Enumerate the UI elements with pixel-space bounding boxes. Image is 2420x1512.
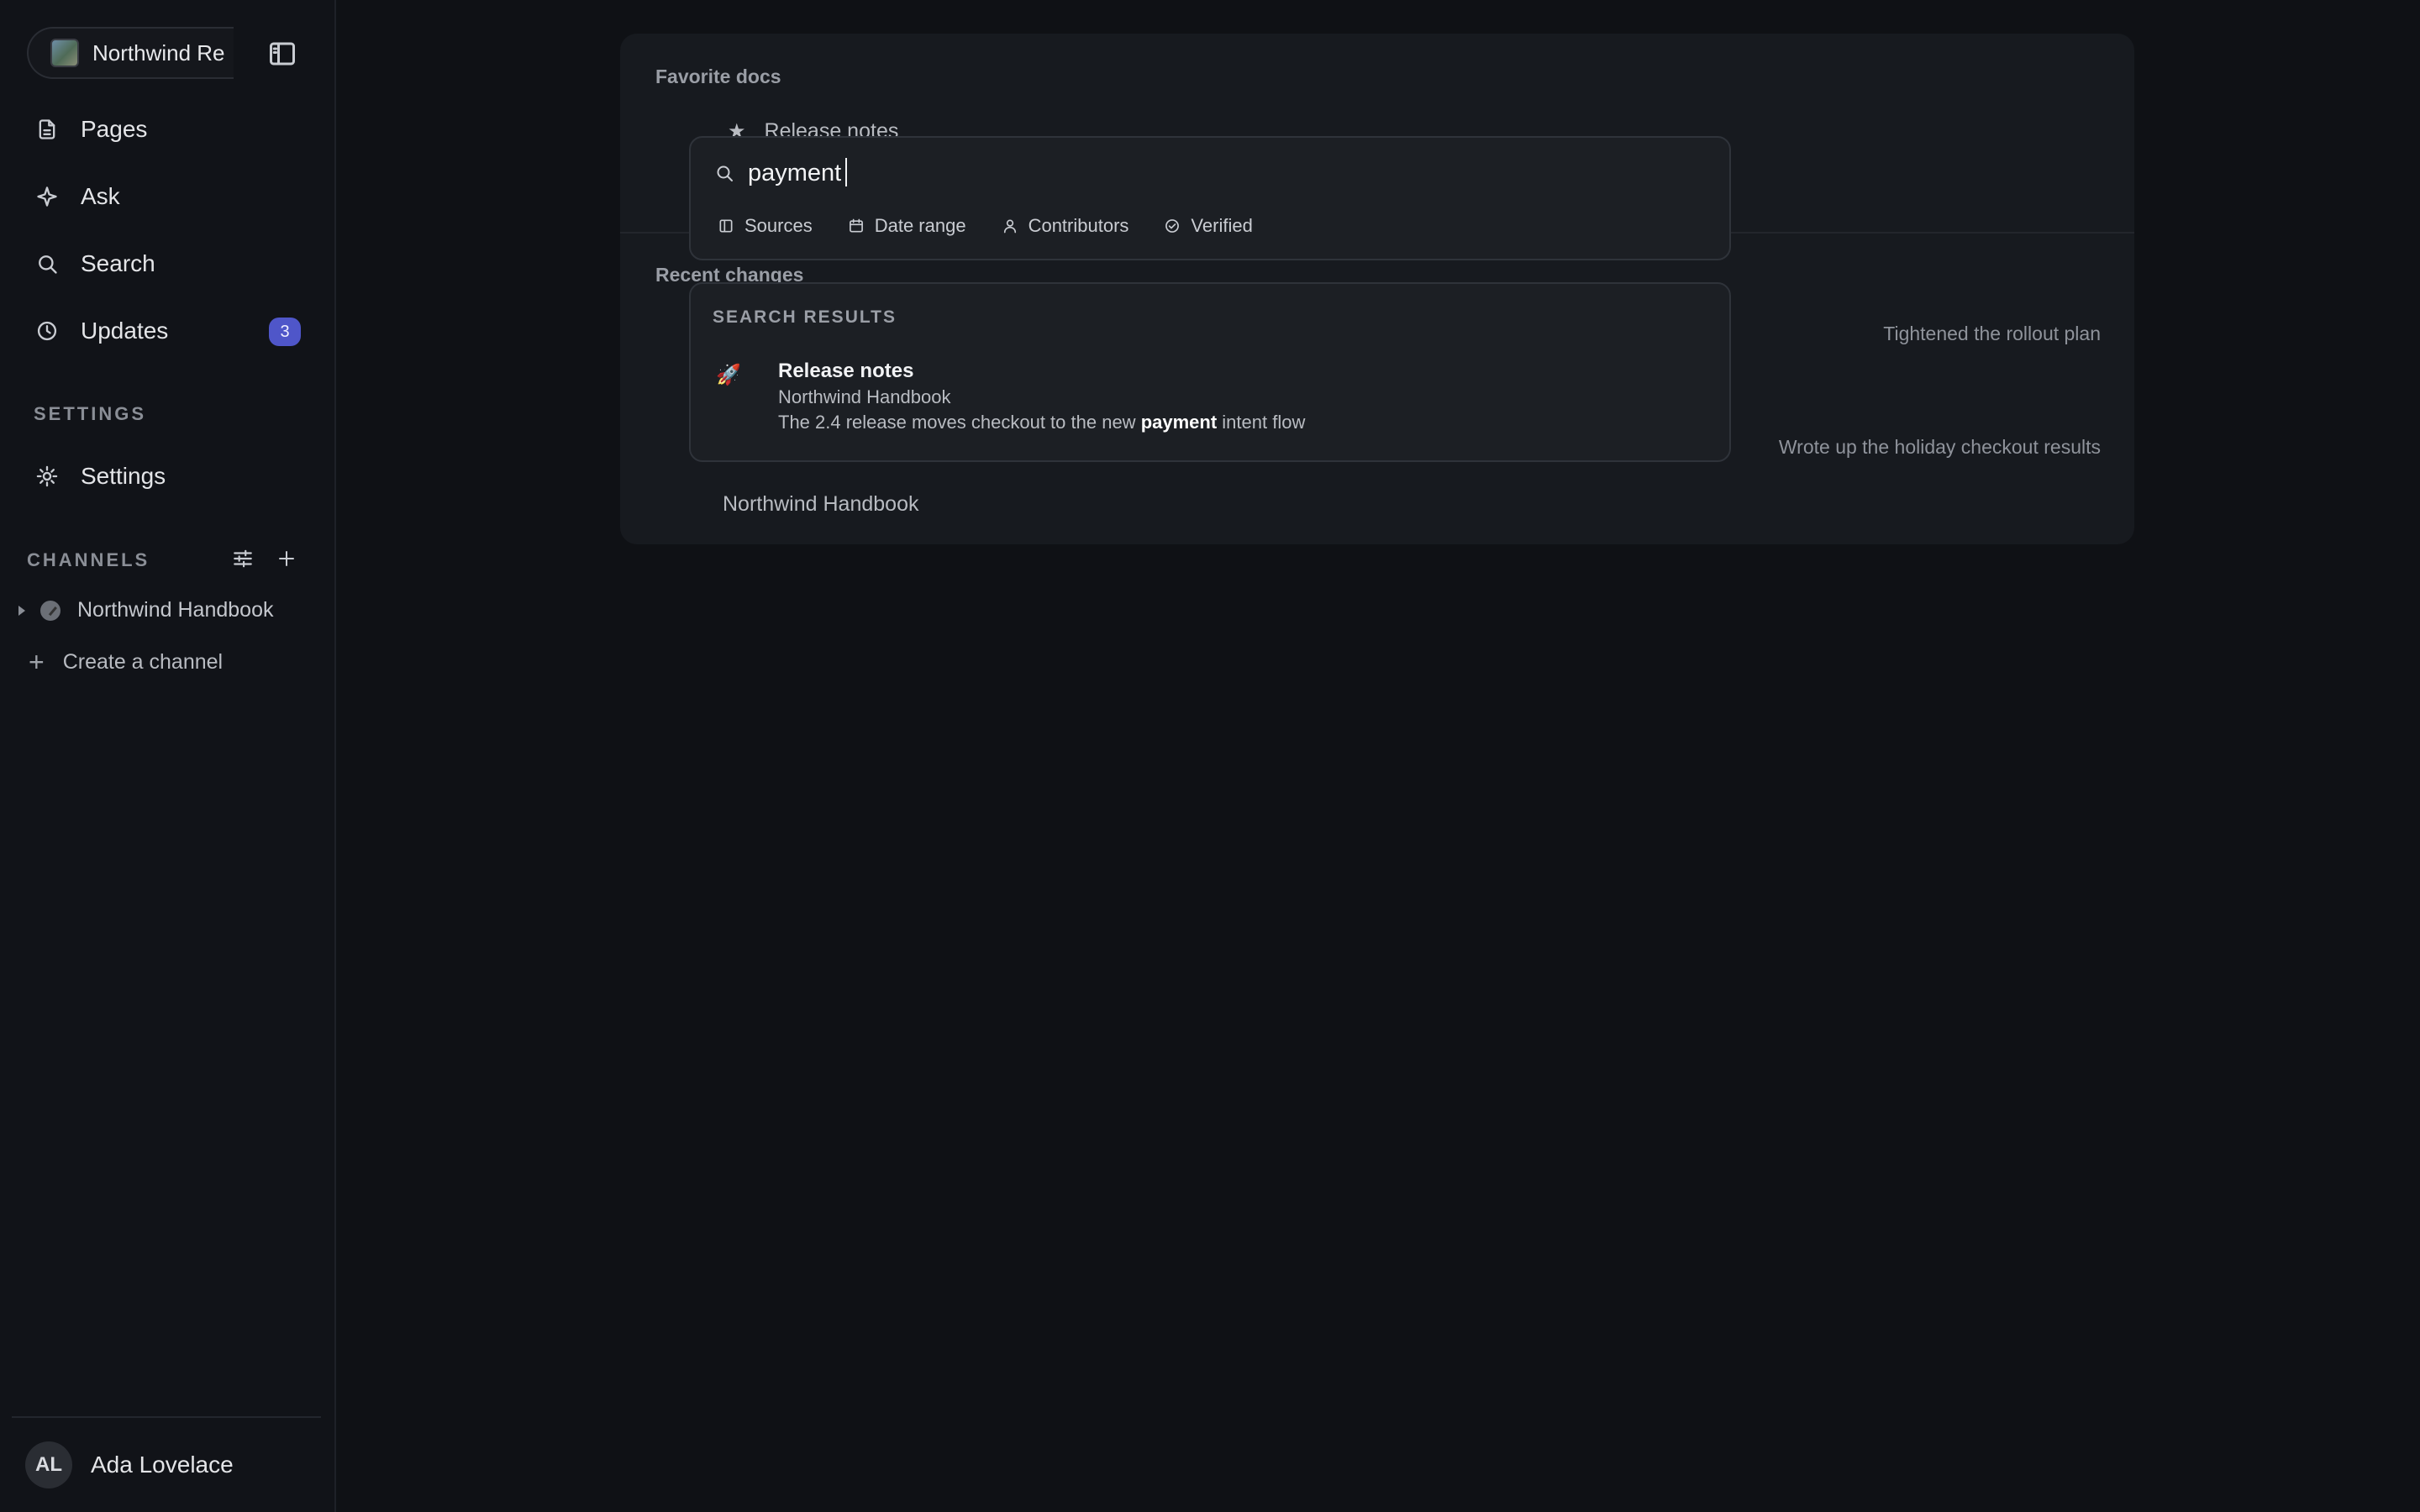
filter-label: Verified [1191, 215, 1253, 236]
expand-caret-icon[interactable] [18, 605, 25, 616]
sidebar: Northwind Re Pages Ask Search Updates 3 … [0, 0, 336, 1512]
nav-item-pages[interactable]: Pages [34, 106, 147, 153]
change-channel-label[interactable]: Northwind Handbook [723, 492, 918, 517]
search-dialog: Sources Date range Contributors Verified [689, 136, 1731, 260]
updates-count-badge: 3 [269, 318, 301, 346]
plus-icon: + [29, 647, 45, 677]
create-channel-label: Create a channel [62, 649, 224, 674]
nav-item-updates[interactable]: Updates [34, 307, 168, 354]
search-result-item[interactable]: 🚀 Release notes Northwind Handbook The 2… [716, 360, 1699, 444]
nav-label: Updates [81, 318, 169, 344]
filter-sliders-icon[interactable] [230, 546, 255, 571]
channel-icon [40, 600, 60, 621]
nav-label: Settings [81, 463, 166, 489]
clock-icon [34, 318, 60, 344]
favorite-docs-title: Favorite docs [655, 66, 781, 87]
rocket-icon: 🚀 [716, 364, 741, 386]
settings-section-label: SETTINGS [34, 403, 147, 424]
search-icon [34, 250, 60, 277]
result-title: Release notes [778, 360, 914, 382]
filter-contributors-button[interactable]: Contributors [1002, 215, 1129, 237]
search-filters: Sources Date range Contributors Verified [718, 215, 1288, 237]
snippet-match: payment [1140, 412, 1218, 433]
search-results-heading: SEARCH RESULTS [713, 307, 897, 327]
search-input[interactable] [748, 155, 1672, 192]
workspace-switcher[interactable]: Northwind Re [27, 27, 234, 79]
filter-label: Date range [874, 215, 966, 236]
nav-label: Search [81, 250, 155, 276]
workspace-name: Northwind Re [92, 39, 225, 66]
channel-item[interactable]: Northwind Handbook [18, 598, 273, 622]
text-caret [845, 158, 847, 186]
gear-icon [34, 463, 60, 490]
person-icon [1002, 218, 1018, 234]
snippet-text: intent flow [1217, 412, 1306, 433]
filter-date-range-button[interactable]: Date range [848, 215, 966, 237]
result-source: Northwind Handbook [778, 386, 951, 407]
channels-section-label: CHANNELS [27, 549, 150, 570]
sparkle-icon [34, 183, 60, 210]
divider [12, 1416, 321, 1418]
snippet-text: The 2.4 release moves checkout to the ne… [778, 412, 1141, 433]
search-icon [714, 163, 734, 183]
nav-item-settings[interactable]: Settings [34, 453, 166, 500]
filter-label: Contributors [1028, 215, 1129, 236]
result-snippet: The 2.4 release moves checkout to the ne… [778, 412, 1305, 433]
create-channel-button[interactable]: + Create a channel [29, 648, 223, 675]
user-name[interactable]: Ada Lovelace [91, 1452, 234, 1478]
add-channel-icon[interactable] [274, 546, 299, 571]
sidebar-toggle-icon[interactable] [267, 39, 297, 69]
check-circle-icon [1164, 218, 1181, 234]
nav-label: Ask [81, 183, 120, 209]
panel-icon [718, 218, 734, 234]
search-results-panel: SEARCH RESULTS 🚀 Release notes Northwind… [689, 282, 1731, 462]
filter-label: Sources [744, 215, 813, 236]
filter-verified-button[interactable]: Verified [1164, 215, 1253, 237]
filter-sources-button[interactable]: Sources [718, 215, 813, 237]
avatar[interactable]: AL [25, 1441, 72, 1488]
nav-item-search[interactable]: Search [34, 240, 155, 287]
document-icon [34, 116, 60, 143]
nav-item-ask[interactable]: Ask [34, 173, 120, 220]
nav-label: Pages [81, 116, 148, 142]
change-note: Wrote up the holiday checkout results [1778, 436, 2101, 458]
calendar-icon [848, 218, 865, 234]
workspace-logo [50, 39, 79, 67]
channel-label: Northwind Handbook [77, 598, 274, 622]
change-note: Tightened the rollout plan [1883, 323, 2101, 344]
